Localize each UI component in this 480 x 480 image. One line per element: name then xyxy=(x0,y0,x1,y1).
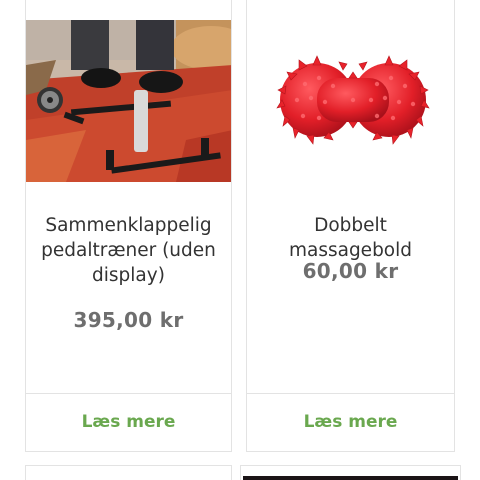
product-title[interactable]: Sammenklappelig pedaltræner (uden displa… xyxy=(26,213,231,288)
product-card-partial xyxy=(25,465,232,480)
read-more-button[interactable]: Læs mere xyxy=(247,412,454,432)
product-title[interactable]: Dobbelt massagebold xyxy=(247,213,454,263)
product-price: 60,00 kr xyxy=(302,259,399,283)
product-card: Dobbelt massagebold 60,00 kr Læs mere xyxy=(246,0,455,452)
product-card-partial xyxy=(240,465,461,480)
pedal-exerciser-image[interactable] xyxy=(26,20,231,182)
card-footer: Læs mere xyxy=(247,393,454,453)
product-image-partial xyxy=(243,476,458,480)
read-more-button[interactable]: Læs mere xyxy=(26,412,231,432)
product-card: Sammenklappelig pedaltræner (uden displa… xyxy=(25,0,232,452)
card-footer: Læs mere xyxy=(26,393,231,453)
product-price: 395,00 kr xyxy=(73,308,184,332)
product-grid: Sammenklappelig pedaltræner (uden displa… xyxy=(0,0,480,480)
massage-ball-image[interactable] xyxy=(247,20,454,182)
